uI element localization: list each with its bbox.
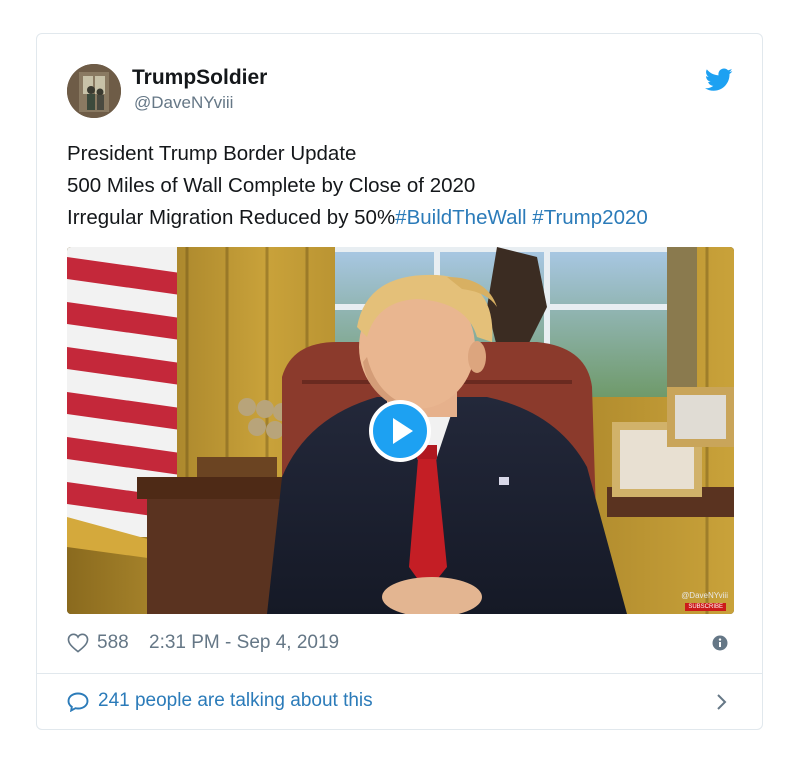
- tweet-footer: 588 2:31 PM - Sep 4, 2019: [67, 632, 732, 656]
- chevron-right-icon[interactable]: [716, 693, 728, 711]
- conversation-link[interactable]: 241 people are talking about this: [67, 689, 732, 715]
- hashtag-buildthewall[interactable]: #BuildTheWall: [395, 206, 526, 229]
- video-thumbnail[interactable]: @DaveNYviii SUBSCRIBE: [67, 247, 734, 614]
- info-icon[interactable]: [712, 635, 728, 651]
- hashtag-trump2020[interactable]: #Trump2020: [532, 206, 647, 229]
- tweet-line-1: President Trump Border Update: [67, 142, 357, 165]
- speech-bubble-icon: [67, 692, 89, 712]
- heart-icon[interactable]: [67, 633, 89, 653]
- twitter-bird-icon[interactable]: [705, 68, 733, 92]
- tweet-header: TrumpSoldier @DaveNYviii: [67, 64, 733, 120]
- video-watermark: @DaveNYviii: [681, 591, 728, 600]
- timestamp[interactable]: 2:31 PM - Sep 4, 2019: [149, 632, 339, 654]
- like-count: 588: [97, 632, 129, 653]
- tweet-text: President Trump Border Update 500 Miles …: [67, 138, 742, 234]
- tweet-line-3: Irregular Migration Reduced by 50%#Build…: [67, 202, 742, 234]
- play-icon[interactable]: [369, 400, 431, 462]
- footer-divider: [37, 673, 762, 674]
- conversation-label[interactable]: 241 people are talking about this: [98, 690, 373, 712]
- avatar[interactable]: [67, 64, 121, 118]
- subscribe-badge: SUBSCRIBE: [685, 603, 726, 611]
- user-handle[interactable]: @DaveNYviii: [134, 93, 233, 113]
- tweet-line-3-text: Irregular Migration Reduced by 50%: [67, 206, 396, 229]
- tweet-card: TrumpSoldier @DaveNYviii President Trump…: [36, 33, 763, 730]
- tweet-line-2: 500 Miles of Wall Complete by Close of 2…: [67, 174, 476, 197]
- display-name[interactable]: TrumpSoldier: [132, 66, 267, 90]
